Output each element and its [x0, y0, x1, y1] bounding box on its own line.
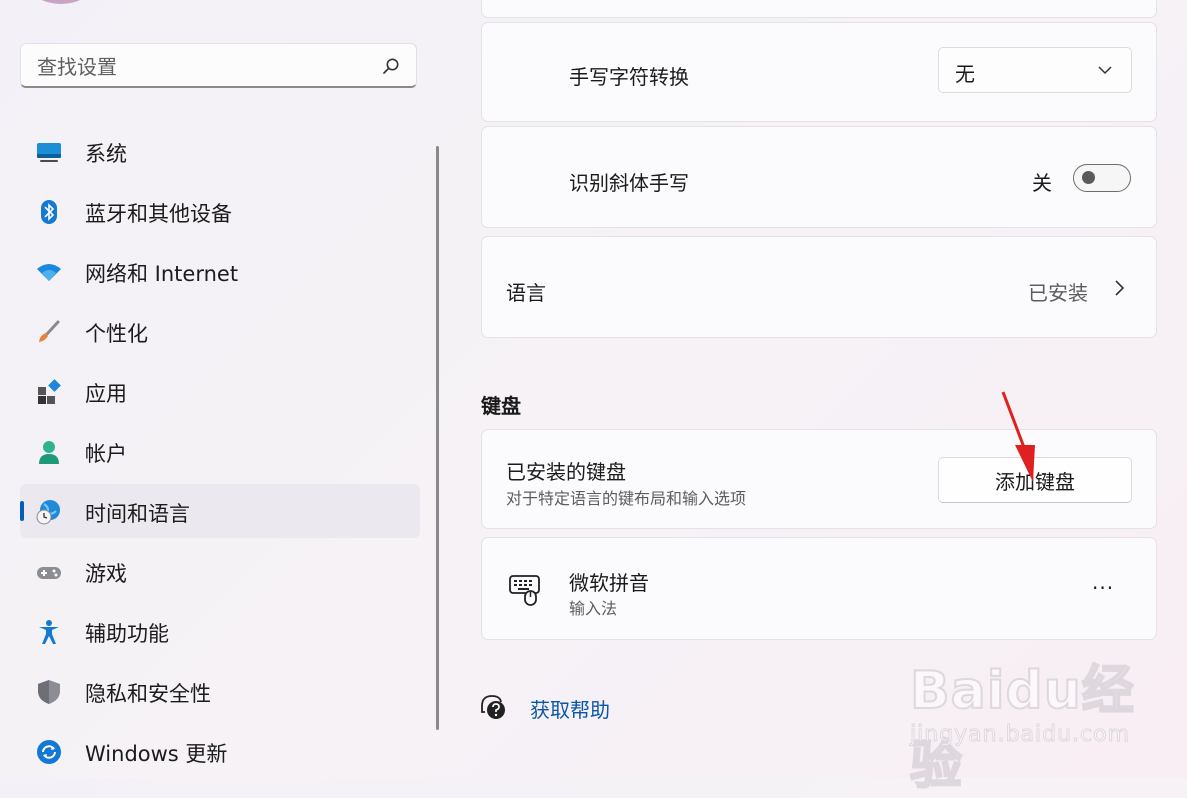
sidebar-item-label: 隐私和安全性	[85, 682, 211, 706]
search-input[interactable]	[35, 52, 369, 82]
dropdown-value: 无	[955, 62, 975, 86]
sidebar-item-gaming[interactable]: 游戏	[20, 544, 420, 598]
wifi-icon	[37, 264, 61, 281]
annotation-arrow-icon	[1001, 391, 1035, 482]
more-options-button[interactable]: ···	[1092, 576, 1114, 600]
update-icon	[37, 740, 61, 764]
globe-clock-icon	[36, 500, 60, 525]
language-label: 语言	[506, 281, 546, 305]
handwriting-conversion-card: 手写字符转换 无	[481, 22, 1157, 122]
ime-subtitle: 输入法	[569, 599, 618, 618]
watermark: Baidu经验 jingyan.baidu.com	[909, 648, 1140, 797]
toggle-state-label: 关	[1032, 171, 1052, 195]
accessibility-icon	[39, 620, 59, 644]
get-help-link[interactable]: 获取帮助	[530, 694, 610, 723]
language-card[interactable]: 语言 已安装	[481, 236, 1157, 338]
installed-keyboards-title: 已安装的键盘	[506, 460, 626, 484]
ime-card[interactable]: 微软拼音 输入法 ···	[481, 537, 1157, 640]
sidebar-item-network[interactable]: 网络和 Internet	[20, 244, 420, 298]
sidebar-item-windows-update[interactable]: Windows 更新	[20, 724, 420, 778]
bluetooth-icon	[41, 200, 57, 224]
sidebar-item-system[interactable]: 系统	[20, 124, 420, 178]
sidebar-scrollbar[interactable]	[436, 146, 439, 730]
sidebar-item-apps[interactable]: 应用	[20, 364, 420, 418]
search-box[interactable]	[20, 43, 417, 88]
sidebar-item-label: 系统	[85, 142, 127, 166]
sidebar-item-accounts[interactable]: 帐户	[20, 424, 420, 478]
italic-handwriting-card: 识别斜体手写 关	[481, 126, 1157, 228]
sidebar-item-time-language[interactable]: 时间和语言	[20, 484, 420, 538]
installed-keyboards-card: 已安装的键盘 对于特定语言的键布局和输入选项 添加键盘	[481, 429, 1157, 529]
sidebar-item-label: 辅助功能	[85, 622, 169, 646]
shield-icon	[38, 680, 60, 704]
handwriting-conversion-dropdown[interactable]: 无	[938, 47, 1132, 93]
sidebar-item-label: 时间和语言	[85, 502, 190, 526]
chevron-down-icon	[1098, 66, 1112, 75]
sidebar-item-label: 应用	[85, 382, 127, 406]
toggle-knob	[1082, 171, 1095, 184]
sidebar-item-bluetooth[interactable]: 蓝牙和其他设备	[20, 184, 420, 238]
chevron-right-icon	[1115, 280, 1125, 296]
apps-icon	[38, 379, 61, 404]
system-icon	[37, 143, 61, 162]
selection-indicator	[20, 501, 24, 521]
handwriting-conversion-label: 手写字符转换	[569, 65, 689, 89]
sidebar-item-label: 帐户	[85, 442, 127, 466]
sidebar-item-label: 网络和 Internet	[85, 262, 239, 286]
italic-handwriting-toggle[interactable]	[1073, 164, 1131, 192]
sidebar-item-personalization[interactable]: 个性化	[20, 304, 420, 358]
language-status: 已安装	[1028, 281, 1088, 305]
sidebar-item-label: 蓝牙和其他设备	[85, 202, 232, 226]
ime-title: 微软拼音	[569, 571, 649, 595]
keyboard-section-header: 键盘	[481, 394, 521, 418]
settings-card-clipped	[481, 0, 1157, 18]
sidebar-item-privacy[interactable]: 隐私和安全性	[20, 664, 420, 718]
account-icon	[39, 441, 59, 464]
help-icon	[481, 695, 505, 719]
sidebar-item-label: 游戏	[85, 562, 127, 586]
search-icon[interactable]	[382, 57, 400, 75]
italic-handwriting-label: 识别斜体手写	[569, 171, 689, 195]
watermark-url: jingyan.baidu.com	[909, 722, 1131, 748]
sidebar-item-label: Windows 更新	[85, 742, 228, 766]
gamepad-icon	[37, 567, 61, 579]
avatar[interactable]	[30, 0, 92, 4]
sidebar-item-label: 个性化	[85, 322, 148, 346]
brush-icon	[39, 320, 60, 342]
keyboard-icon	[509, 575, 540, 606]
sidebar-item-accessibility[interactable]: 辅助功能	[20, 604, 420, 658]
installed-keyboards-subtitle: 对于特定语言的键布局和输入选项	[506, 489, 747, 508]
